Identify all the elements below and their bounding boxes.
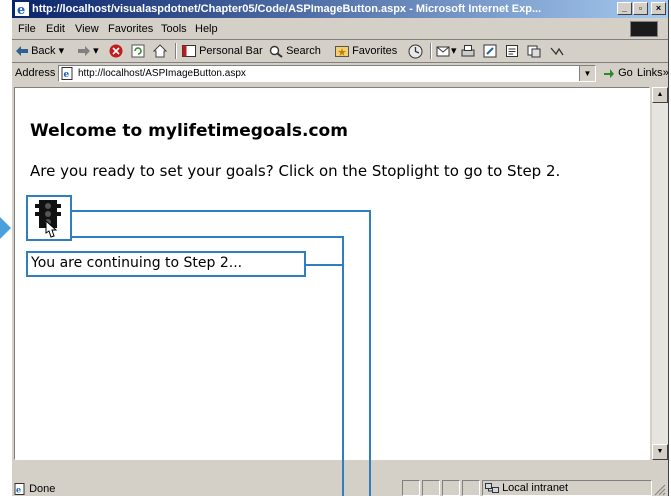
- address-bar: Address e http://localhost/ASPImageButto…: [12, 63, 669, 84]
- svg-text:e: e: [16, 485, 21, 495]
- close-button[interactable]: ×: [651, 2, 666, 15]
- svg-text:e: e: [64, 70, 70, 80]
- maximize-button[interactable]: ▫: [633, 2, 648, 15]
- minimize-button[interactable]: _: [617, 2, 632, 15]
- status-text: Done: [29, 483, 56, 495]
- status-panel: [422, 480, 440, 496]
- result-label: You are continuing to Step 2...: [26, 251, 306, 277]
- page-heading: Welcome to mylifetimegoals.com: [30, 121, 348, 141]
- status-bar: e Done Local intranet: [12, 462, 668, 496]
- links-label: Links: [637, 67, 663, 79]
- edit-icon[interactable]: [483, 44, 497, 58]
- resize-grip[interactable]: [652, 482, 666, 496]
- stoplight-icon: [35, 200, 61, 238]
- callout-arrow: [0, 217, 11, 239]
- menu-file[interactable]: File: [18, 19, 36, 39]
- mail-icon[interactable]: [436, 44, 450, 58]
- stop-icon[interactable]: [109, 44, 123, 58]
- history-icon[interactable]: [408, 44, 423, 59]
- discuss-icon[interactable]: [505, 44, 519, 58]
- zone-panel: Local intranet: [482, 480, 652, 496]
- go-button[interactable]: Go: [603, 63, 633, 84]
- stoplight-image-button[interactable]: [26, 195, 72, 241]
- refresh-icon[interactable]: [131, 44, 145, 58]
- go-arrow-icon: [604, 69, 614, 79]
- personal-bar-icon: [182, 45, 196, 58]
- favorites-label: Favorites: [352, 45, 398, 57]
- local-intranet-icon: [485, 482, 499, 493]
- resize-grip-icon: [654, 484, 666, 496]
- menu-edit[interactable]: Edit: [46, 19, 65, 39]
- scroll-down-button[interactable]: ▼: [652, 444, 668, 460]
- status-panel: [402, 480, 420, 496]
- research-icon[interactable]: [550, 45, 564, 57]
- menu-tools[interactable]: Tools: [161, 19, 187, 39]
- mail-dropdown-icon[interactable]: ▾: [451, 40, 457, 62]
- svg-text:e: e: [17, 3, 25, 16]
- personal-bar-button[interactable]: Personal Bar: [182, 40, 263, 62]
- favorites-icon: [335, 46, 349, 58]
- favorites-button[interactable]: Favorites: [335, 40, 397, 62]
- links-button[interactable]: Links»: [637, 63, 669, 84]
- address-url: http://localhost/ASPImageButton.aspx: [78, 68, 246, 79]
- forward-dropdown-icon[interactable]: ▾: [93, 45, 99, 57]
- address-input[interactable]: e http://localhost/ASPImageButton.aspx ▼: [58, 65, 596, 82]
- search-button[interactable]: Search: [269, 40, 321, 62]
- page-content: Welcome to mylifetimegoals.com Are you r…: [14, 87, 650, 460]
- back-button[interactable]: Back ▾: [16, 40, 64, 62]
- page-prompt: Are you ready to set your goals? Click o…: [30, 162, 561, 180]
- windows-logo-icon: [630, 21, 658, 37]
- address-label: Address: [15, 67, 56, 79]
- status-panel: [442, 480, 460, 496]
- back-label: Back: [31, 45, 56, 57]
- search-icon: [269, 45, 283, 58]
- back-dropdown-icon[interactable]: ▾: [59, 45, 65, 57]
- menu-view[interactable]: View: [75, 19, 99, 39]
- toolbar-separator: [175, 43, 177, 59]
- ie-icon: e: [15, 2, 29, 16]
- chevron-right-icon: »: [662, 67, 669, 79]
- title-bar[interactable]: e http://localhost/visualaspdotnet/Chapt…: [12, 0, 668, 18]
- zone-text: Local intranet: [502, 482, 569, 494]
- standard-toolbar: Back ▾ ▾ Personal Bar Search Favorites ▾: [12, 40, 668, 63]
- scroll-up-button[interactable]: ▲: [652, 87, 668, 103]
- status-panel: [462, 480, 480, 496]
- menu-favorites[interactable]: Favorites: [108, 19, 153, 39]
- forward-button[interactable]: ▾: [78, 40, 99, 62]
- page-icon: e: [61, 67, 73, 80]
- address-dropdown-icon[interactable]: ▼: [579, 66, 595, 81]
- go-label: Go: [618, 67, 633, 79]
- toolbar-separator: [430, 43, 432, 59]
- personal-bar-label: Personal Bar: [199, 45, 263, 57]
- status-text-area: e Done: [14, 482, 55, 496]
- forward-arrow-icon: [78, 46, 90, 57]
- page-status-icon: e: [14, 483, 25, 496]
- home-icon[interactable]: [153, 44, 167, 58]
- search-label: Search: [286, 45, 321, 57]
- menu-bar: File Edit View Favorites Tools Help: [12, 19, 668, 40]
- vertical-scrollbar[interactable]: ▲ ▼: [652, 87, 668, 460]
- browser-window: e http://localhost/visualaspdotnet/Chapt…: [11, 0, 669, 496]
- print-icon[interactable]: [461, 44, 475, 58]
- back-arrow-icon: [16, 46, 28, 57]
- messenger-icon[interactable]: [527, 44, 541, 58]
- window-title: http://localhost/visualaspdotnet/Chapter…: [32, 3, 542, 15]
- menu-help[interactable]: Help: [195, 19, 218, 39]
